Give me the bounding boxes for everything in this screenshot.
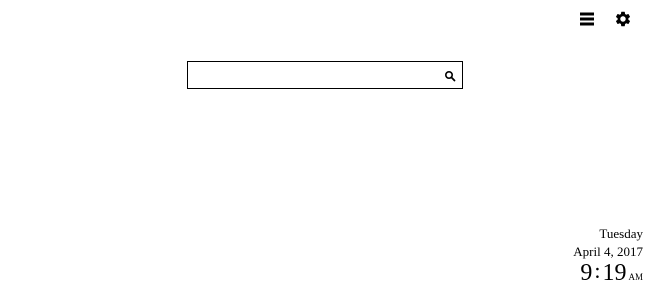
menu-button[interactable] (576, 8, 598, 30)
clock-time: 9:19 AM (573, 258, 643, 290)
search-input[interactable] (188, 62, 436, 88)
clock-ampm: AM (628, 272, 643, 282)
search-button[interactable] (444, 69, 456, 82)
top-toolbar (576, 8, 634, 30)
clock-hours: 9 (580, 260, 593, 286)
search-box (187, 61, 463, 89)
clock-colon: : (594, 258, 601, 283)
settings-button[interactable] (612, 8, 634, 30)
clock-weekday: Tuesday (599, 226, 643, 241)
new-tab-page: Tuesday April 4, 2017 9:19 AM (0, 0, 650, 296)
hamburger-menu-icon (580, 12, 594, 26)
clock-widget: Tuesday April 4, 2017 9:19 AM (573, 226, 643, 290)
gear-icon (615, 11, 631, 27)
search-icon (444, 70, 456, 82)
clock-minutes: 19 (602, 260, 627, 286)
clock-date: April 4, 2017 (573, 244, 643, 259)
